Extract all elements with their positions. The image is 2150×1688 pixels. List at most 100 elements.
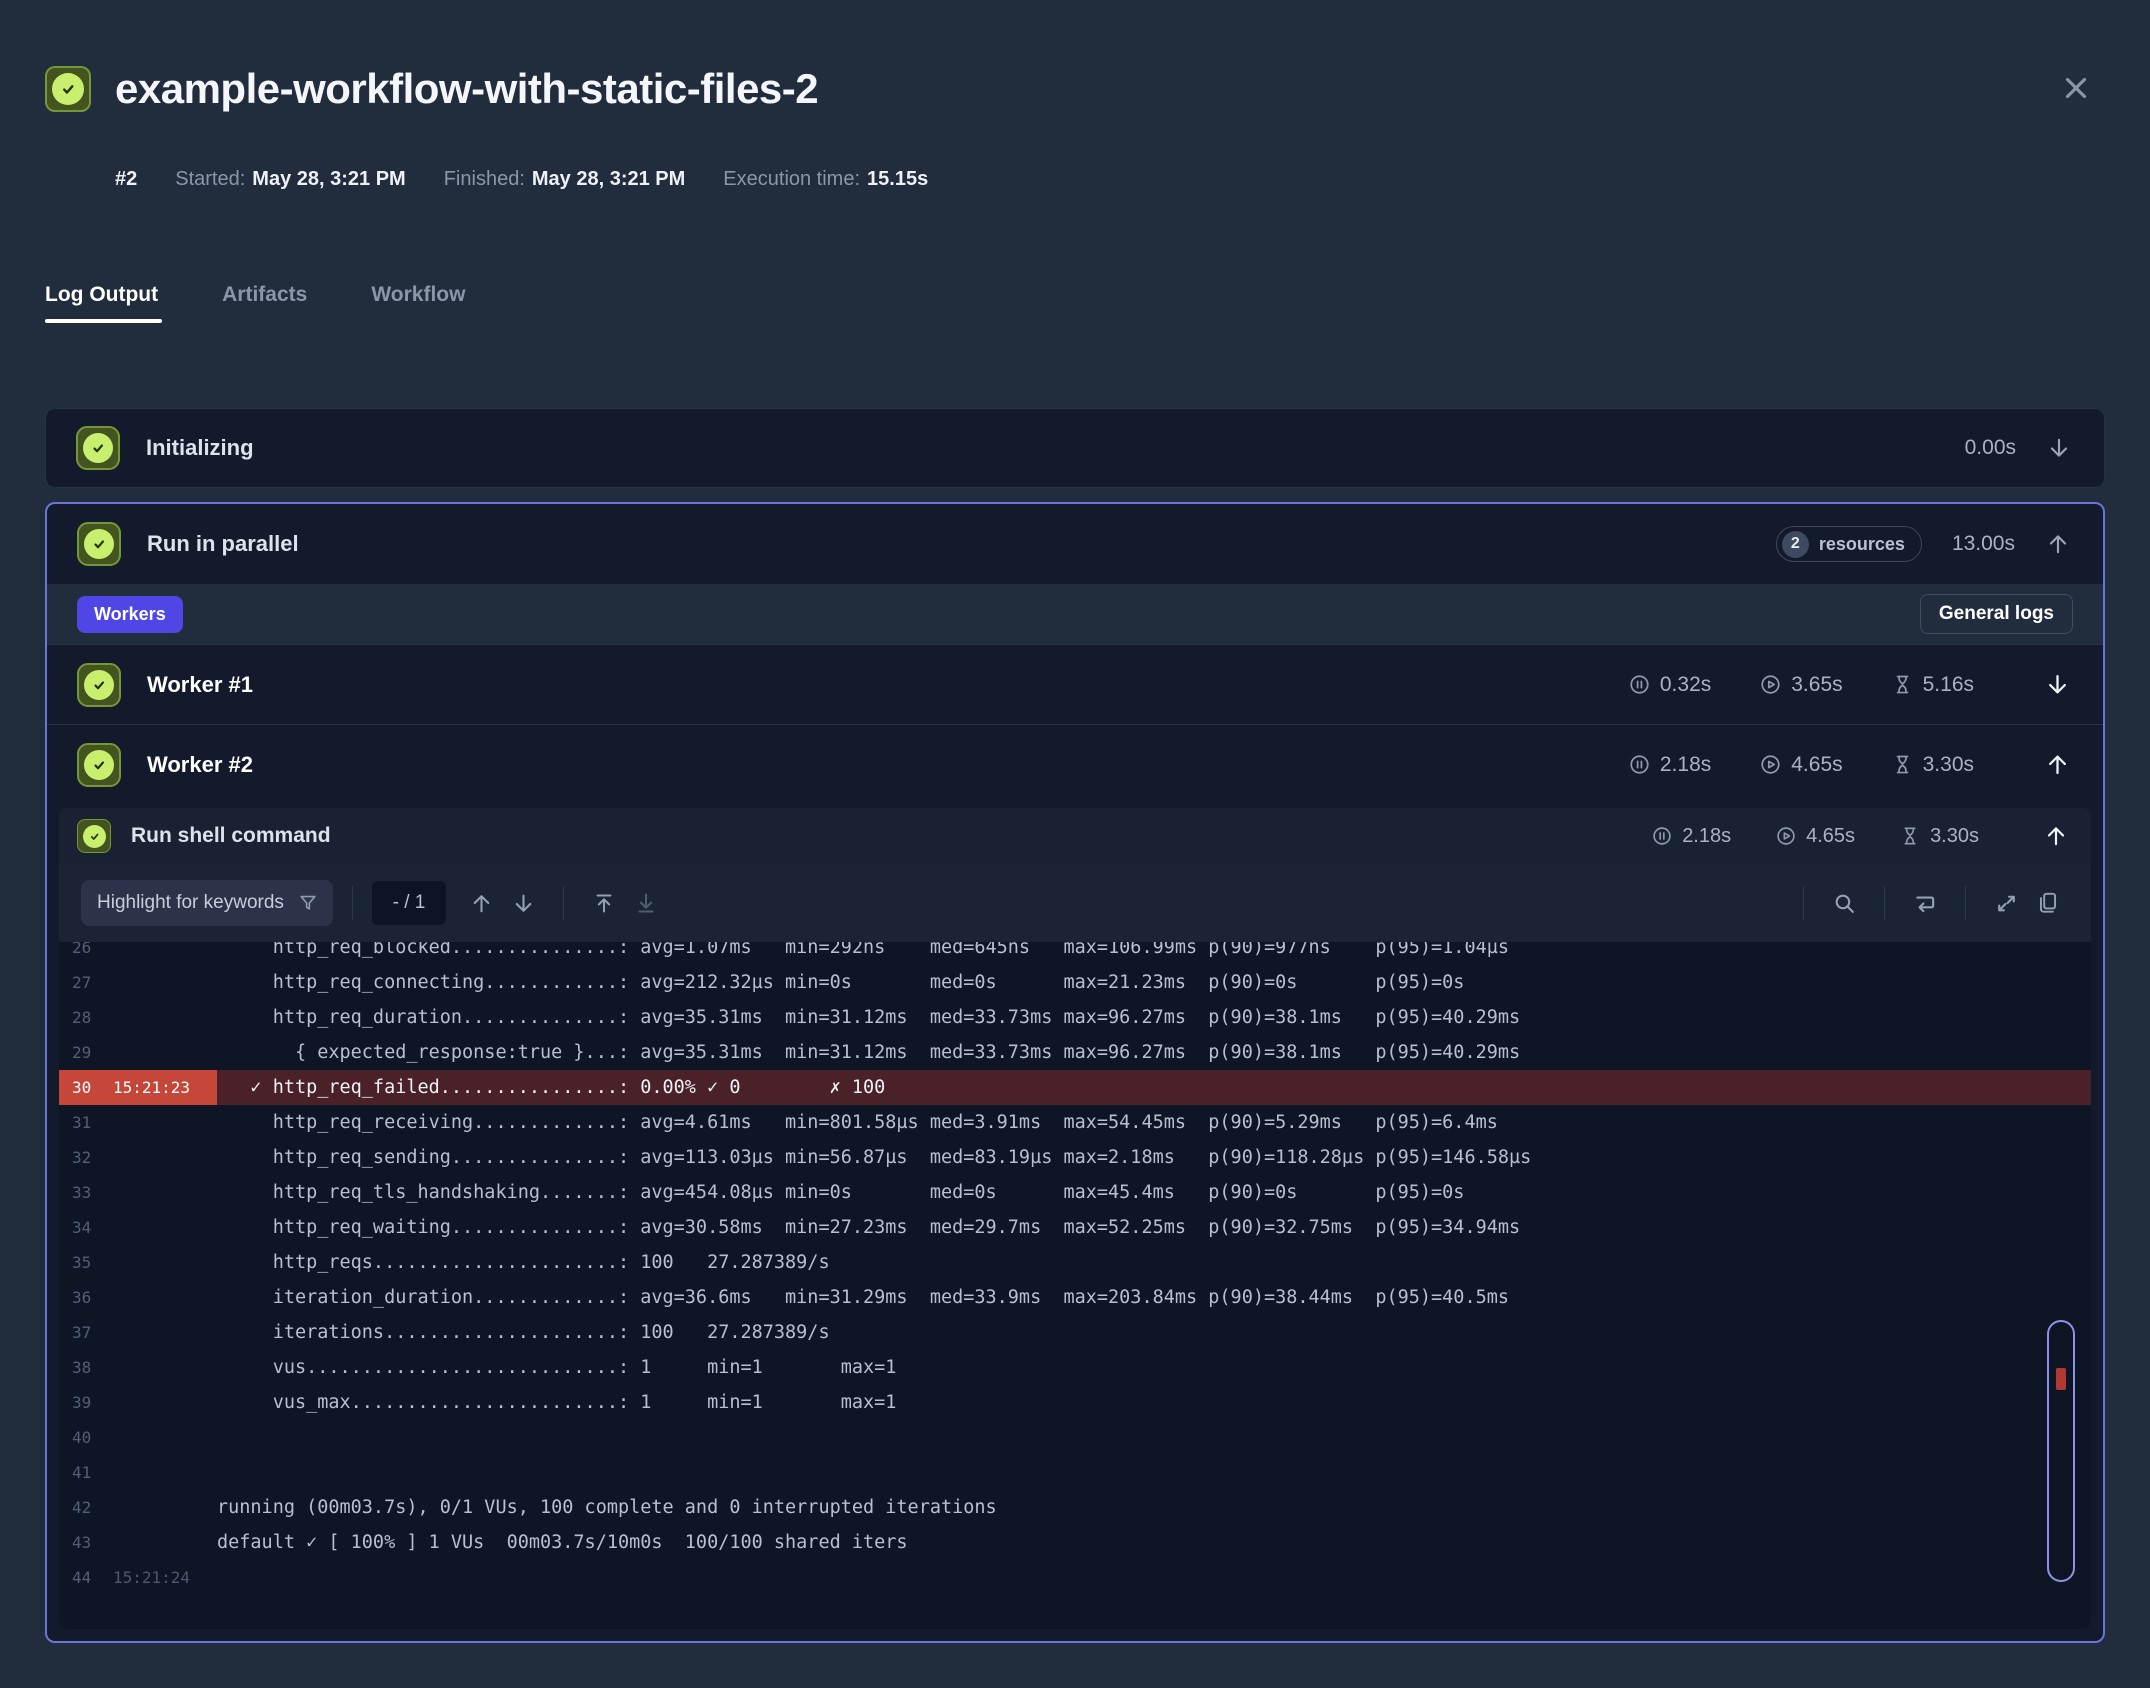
run-time: 3.65s: [1759, 673, 1843, 697]
next-match-button[interactable]: [502, 882, 544, 924]
log-line-number: 32: [72, 1148, 92, 1167]
scroll-to-bottom-icon: [638, 893, 654, 913]
log-line-text: http_reqs......................: 100 27.…: [217, 1252, 830, 1273]
step-run-in-parallel-container: Run in parallel 2 resources 13.00s Worke…: [45, 502, 2105, 1643]
expand-log-button[interactable]: [1985, 882, 2027, 924]
toolbar-divider: [352, 886, 353, 920]
log-line: 26 http_req_blocked...............: avg=…: [59, 942, 2091, 965]
queued-time: 0.32s: [1628, 673, 1711, 697]
wrap-lines-button[interactable]: [1904, 882, 1946, 924]
worker-title: Worker #2: [147, 751, 253, 777]
execution-time: Execution time: 15.15s: [723, 168, 929, 190]
hourglass-icon: [1904, 827, 1916, 845]
status-success-icon: [77, 662, 121, 707]
pause-circle-icon: [1653, 827, 1671, 845]
tab-workflow[interactable]: Workflow: [371, 283, 465, 323]
expand-step-button[interactable]: [2046, 435, 2072, 461]
error-position-marker: [2056, 1368, 2066, 1390]
log-line-number: 30: [72, 1078, 92, 1097]
tab-artifacts[interactable]: Artifacts: [222, 283, 307, 323]
log-line-number: 29: [72, 1043, 92, 1062]
queued-time: 2.18s: [1628, 753, 1711, 777]
step-run-in-parallel[interactable]: Run in parallel 2 resources 13.00s: [47, 504, 2103, 584]
filter-funnel-icon[interactable]: [297, 892, 319, 914]
wait-time: 3.30s: [1899, 825, 1979, 848]
step-title: Run in parallel: [147, 531, 299, 556]
chevron-up-icon: [2047, 827, 2065, 846]
chevron-up-icon: [2049, 755, 2066, 775]
step-initializing[interactable]: Initializing 0.00s: [45, 408, 2105, 488]
workers-bar: Workers General logs: [47, 584, 2103, 644]
log-line-number: 37: [72, 1323, 92, 1342]
log-line-gutter: 36: [59, 1280, 217, 1315]
workflow-run-panel: example-workflow-with-static-files-2 #2 …: [0, 0, 2150, 1643]
scroll-to-bottom-button[interactable]: [625, 882, 667, 924]
log-line-text: iterations.....................: 100 27.…: [217, 1322, 830, 1343]
log-scrollbar[interactable]: [2047, 1320, 2075, 1582]
workers-chip[interactable]: Workers: [77, 595, 183, 633]
keyword-highlight-box[interactable]: [81, 880, 333, 926]
log-line-text: ✓ http_req_failed................: 0.00%…: [217, 1077, 886, 1098]
wait-time: 3.30s: [1891, 753, 1974, 777]
scroll-to-top-icon: [596, 894, 612, 913]
log-line: 34 http_req_waiting...............: avg=…: [59, 1210, 2091, 1245]
log-line: 37 iterations.....................: 100 …: [59, 1315, 2091, 1350]
close-button[interactable]: [2053, 65, 2099, 114]
finished-at: Finished: May 28, 3:21 PM: [443, 168, 686, 190]
log-line-gutter: 34: [59, 1210, 217, 1245]
log-line-gutter: 29: [59, 1035, 217, 1070]
log-line-text: http_req_sending...............: avg=113…: [217, 1147, 1532, 1168]
resources-pill[interactable]: 2 resources: [1775, 526, 1922, 562]
log-line-gutter: 44 15:21:24: [59, 1560, 217, 1595]
shell-command-row[interactable]: Run shell command 2.18s 4.65s 3.30s: [59, 808, 2091, 864]
scroll-to-top-button[interactable]: [583, 882, 625, 924]
worker-2-row[interactable]: Worker #2 2.18s 4.65s 3.30s: [47, 724, 2103, 804]
worker-1-row[interactable]: Worker #1 0.32s 3.65s 5.16s: [47, 644, 2103, 724]
collapse-worker-button[interactable]: [2044, 751, 2071, 778]
toolbar-divider: [1803, 886, 1804, 920]
keyword-highlight-input[interactable]: [97, 892, 287, 914]
search-log-button[interactable]: [1823, 882, 1865, 924]
log-line: 35 http_reqs......................: 100 …: [59, 1245, 2091, 1280]
collapse-shell-button[interactable]: [2043, 823, 2069, 849]
log-line-gutter: 41: [59, 1455, 217, 1490]
resources-label: resources: [1818, 533, 1905, 554]
log-line-error: 30 15:21:23 ✓ http_req_failed............…: [59, 1070, 2091, 1105]
step-title: Initializing: [146, 435, 254, 460]
log-line-text: http_req_connecting............: avg=212…: [217, 972, 1465, 993]
tab-log-output[interactable]: Log Output: [45, 283, 163, 323]
worker-stats: 2.18s 4.65s 3.30s: [1628, 753, 1974, 777]
log-line-number: 39: [72, 1393, 92, 1412]
collapse-step-button[interactable]: [2045, 531, 2071, 557]
log-line: 41: [59, 1455, 2091, 1490]
run-time: 4.65s: [1775, 825, 1855, 848]
arrow-up-icon: [473, 894, 489, 912]
step-title: Run shell command: [131, 824, 331, 847]
log-line-gutter: 38: [59, 1350, 217, 1385]
step-duration: 0.00s: [1964, 436, 2016, 459]
log-line-gutter: 30 15:21:23: [59, 1070, 217, 1105]
tab-bar: Log Output Artifacts Workflow: [45, 283, 2105, 323]
hourglass-icon: [1896, 675, 1908, 694]
log-line-gutter: 43: [59, 1525, 217, 1560]
log-line-number: 43: [72, 1533, 92, 1552]
log-line-text: http_req_tls_handshaking.......: avg=454…: [217, 1182, 1465, 1203]
status-success-icon: [77, 522, 121, 566]
worker-stats: 0.32s 3.65s 5.16s: [1628, 673, 1974, 697]
general-logs-button[interactable]: General logs: [1919, 594, 2073, 634]
copy-log-button[interactable]: [2027, 882, 2069, 924]
header: example-workflow-with-static-files-2: [45, 60, 2105, 118]
prev-match-button[interactable]: [460, 882, 502, 924]
log-line-text: http_req_receiving.............: avg=4.6…: [217, 1112, 1498, 1133]
log-line: 27 http_req_connecting............: avg=…: [59, 965, 2091, 1000]
log-line: 40: [59, 1420, 2091, 1455]
log-toolbar: - / 1: [59, 864, 2091, 942]
resources-count: 2: [1781, 530, 1809, 558]
log-output[interactable]: 26 http_req_blocked...............: avg=…: [59, 942, 2091, 1629]
log-line-timestamp: 15:21:24: [113, 1568, 191, 1587]
log-line-gutter: 35: [59, 1245, 217, 1280]
expand-worker-button[interactable]: [2044, 671, 2071, 698]
log-line-number: 41: [72, 1463, 92, 1482]
log-line-text: default ✓ [ 100% ] 1 VUs 00m03.7s/10m0s …: [217, 1532, 908, 1553]
log-line-text: http_req_blocked...............: avg=1.0…: [217, 942, 1510, 958]
